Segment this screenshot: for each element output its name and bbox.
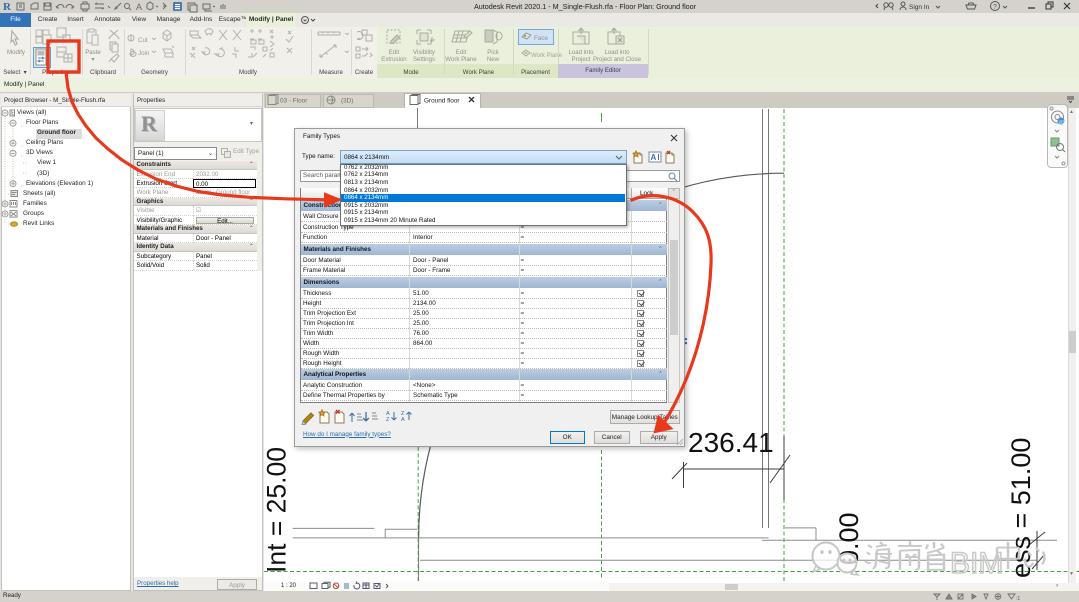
svg-text:Cut: Cut	[138, 37, 148, 44]
svg-text:Visibility: Visibility	[413, 49, 436, 56]
svg-text:A: A	[651, 153, 657, 162]
svg-text:Extrusion: Extrusion	[381, 56, 406, 63]
svg-text:Work Plane: Work Plane	[445, 56, 477, 63]
svg-text:Project and Close: Project and Close	[593, 56, 642, 63]
svg-text:Edit: Edit	[389, 49, 400, 56]
svg-text:Ground floor: Ground floor	[424, 98, 460, 105]
svg-text::1: :1	[1016, 596, 1020, 602]
svg-text:ess = 51.00: ess = 51.00	[1006, 438, 1036, 578]
svg-text:2D: 2D	[1059, 119, 1066, 124]
svg-text:Sign In: Sign In	[909, 4, 930, 11]
svg-text:Edit: Edit	[456, 49, 467, 56]
svg-text:Settings: Settings	[413, 56, 435, 63]
svg-text:?: ?	[993, 4, 997, 11]
svg-text:R: R	[3, 1, 12, 13]
svg-text:New: New	[487, 56, 500, 63]
svg-text:03 - Floor: 03 - Floor	[280, 98, 308, 105]
svg-text:Face: Face	[534, 35, 548, 42]
svg-text:Int = 25.00: Int = 25.00	[264, 447, 292, 573]
svg-text:(3D): (3D)	[341, 98, 353, 105]
svg-text:BIM: BIM	[950, 547, 1003, 580]
svg-text:236.41: 236.41	[688, 427, 774, 458]
svg-text:Pick: Pick	[487, 49, 499, 56]
svg-text:Z: Z	[386, 417, 390, 423]
svg-text:A: A	[401, 417, 405, 423]
svg-text:Join: Join	[138, 50, 150, 57]
svg-text:Load into: Load into	[604, 49, 630, 56]
